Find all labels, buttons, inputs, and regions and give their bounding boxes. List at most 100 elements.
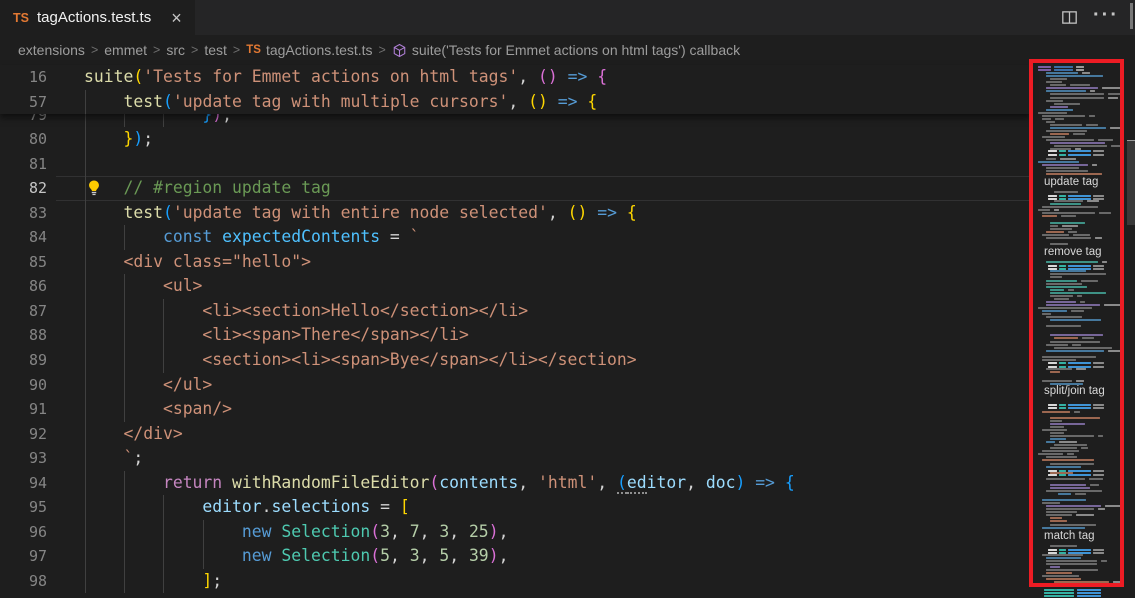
- code-line[interactable]: 85 <div class="hello">: [0, 250, 1030, 275]
- breadcrumb-item[interactable]: suite('Tests for Emmet actions on html t…: [392, 42, 740, 58]
- line-number[interactable]: 83: [0, 201, 56, 226]
- line-number[interactable]: 92: [0, 422, 56, 447]
- code-line[interactable]: 89 <section><li><span>Bye</span></li></s…: [0, 348, 1030, 373]
- line-number[interactable]: 86: [0, 274, 56, 299]
- code-line[interactable]: 91 <span/>: [0, 397, 1030, 422]
- breadcrumb-item[interactable]: test: [204, 42, 227, 58]
- lightbulb-icon[interactable]: [85, 179, 103, 197]
- line-number[interactable]: 98: [0, 569, 56, 594]
- close-tab-icon[interactable]: ×: [171, 9, 182, 27]
- code-line[interactable]: 94 return withRandomFileEditor(contents,…: [0, 471, 1030, 496]
- minimap-line: [1108, 93, 1123, 95]
- line-number[interactable]: 94: [0, 471, 56, 496]
- line-number[interactable]: 57: [0, 90, 56, 115]
- line-number[interactable]: 88: [0, 323, 56, 348]
- code-line[interactable]: 97 new Selection(5, 3, 5, 39),: [0, 544, 1030, 569]
- vertical-scrollbar[interactable]: [1127, 65, 1135, 598]
- breadcrumb-item[interactable]: emmet: [104, 42, 147, 58]
- line-number[interactable]: 81: [0, 152, 56, 177]
- minimap-line: [1093, 552, 1104, 554]
- token: 5: [439, 546, 449, 565]
- code-line[interactable]: 88 <li><span>There</span></li>: [0, 323, 1030, 348]
- tab-title: tagActions.test.ts: [37, 9, 151, 26]
- code-lines[interactable]: 79 });80 });8182 // #region update tag83…: [0, 103, 1030, 594]
- minimap-line: [1054, 298, 1069, 300]
- code-line[interactable]: 80 });: [0, 127, 1030, 152]
- token: [: [400, 497, 410, 516]
- minimap-line: [1050, 524, 1096, 526]
- indent-guide: [85, 274, 86, 299]
- minimap-line: [1093, 265, 1104, 267]
- token: <section><li><span>Bye</span></li></sect…: [202, 350, 636, 369]
- minimap-line: [1050, 417, 1100, 419]
- line-number[interactable]: 93: [0, 446, 56, 471]
- code-line[interactable]: 98 ];: [0, 569, 1030, 594]
- minimap[interactable]: update tagremove tagsplit/join tagmatch …: [1030, 55, 1135, 598]
- minimap-line: [1038, 161, 1079, 163]
- line-number[interactable]: 91: [0, 397, 56, 422]
- minimap-line: [1050, 97, 1104, 99]
- token: ;: [143, 129, 153, 148]
- code-line[interactable]: 82 // #region update tag: [0, 176, 1030, 201]
- line-number[interactable]: 80: [0, 127, 56, 152]
- line-number[interactable]: 85: [0, 250, 56, 275]
- minimap-line: [1050, 106, 1068, 108]
- code-line[interactable]: 81: [0, 152, 1030, 177]
- token: {: [597, 67, 607, 86]
- sticky-scroll[interactable]: 16suite('Tests for Emmet actions on html…: [0, 65, 1030, 114]
- line-number[interactable]: 89: [0, 348, 56, 373]
- minimap-line: [1090, 90, 1094, 92]
- minimap-line: [1038, 112, 1067, 114]
- token: ]: [202, 571, 212, 590]
- breadcrumb-item[interactable]: extensions: [18, 42, 85, 58]
- code-line[interactable]: 95 editor.selections = [: [0, 495, 1030, 520]
- indent-guide: [124, 348, 125, 373]
- minimap-line: [1048, 154, 1057, 156]
- code-line[interactable]: 83 test('update tag with entire node sel…: [0, 201, 1030, 226]
- token: ): [489, 546, 499, 565]
- token: editor: [202, 497, 261, 516]
- minimap-line: [1042, 499, 1086, 501]
- split-editor-icon[interactable]: [1061, 9, 1078, 26]
- line-number[interactable]: 96: [0, 520, 56, 545]
- code-line[interactable]: 96 new Selection(3, 7, 3, 25),: [0, 520, 1030, 545]
- minimap-line: [1073, 234, 1090, 236]
- minimap-line: [1046, 301, 1076, 303]
- code-line[interactable]: 16suite('Tests for Emmet actions on html…: [0, 65, 1030, 90]
- code-line[interactable]: 87 <li><section>Hello</section></li>: [0, 299, 1030, 324]
- line-number[interactable]: 95: [0, 495, 56, 520]
- line-number[interactable]: 97: [0, 544, 56, 569]
- token: ,: [597, 473, 617, 492]
- code-line[interactable]: 84 const expectedContents = `: [0, 225, 1030, 250]
- tab-tagactions-test-ts[interactable]: TS tagActions.test.ts ×: [0, 0, 195, 35]
- line-number[interactable]: 87: [0, 299, 56, 324]
- minimap-line: [1050, 484, 1086, 486]
- line-number[interactable]: 16: [0, 65, 56, 90]
- minimap-line: [1099, 212, 1111, 214]
- code-line[interactable]: 90 </ul>: [0, 373, 1030, 398]
- minimap-line: [1070, 84, 1090, 86]
- minimap-line: [1046, 508, 1094, 510]
- line-number[interactable]: 84: [0, 225, 56, 250]
- line-number[interactable]: 90: [0, 373, 56, 398]
- line-number[interactable]: 82: [0, 176, 56, 201]
- breadcrumb-item[interactable]: src: [166, 42, 185, 58]
- minimap-line: [1075, 493, 1086, 495]
- indent-guide: [124, 274, 125, 299]
- token: [212, 227, 222, 246]
- code-line[interactable]: 57 test('update tag with multiple cursor…: [0, 90, 1030, 115]
- minimap-line: [1054, 347, 1112, 349]
- code-line[interactable]: 93 `;: [0, 446, 1030, 471]
- indent-guide: [85, 250, 86, 275]
- more-actions-icon[interactable]: ···: [1093, 5, 1119, 25]
- minimap-line: [1062, 225, 1077, 227]
- minimap-line: [1102, 87, 1120, 89]
- breadcrumb-item[interactable]: TStagActions.test.ts: [246, 42, 372, 58]
- code-line[interactable]: 92 </div>: [0, 422, 1030, 447]
- token: expectedContents: [222, 227, 380, 246]
- minimap-line: [1042, 450, 1079, 452]
- token: 39: [469, 546, 489, 565]
- scrollbar-slider[interactable]: [1127, 140, 1135, 225]
- typescript-file-icon: TS: [13, 11, 29, 25]
- code-line[interactable]: 86 <ul>: [0, 274, 1030, 299]
